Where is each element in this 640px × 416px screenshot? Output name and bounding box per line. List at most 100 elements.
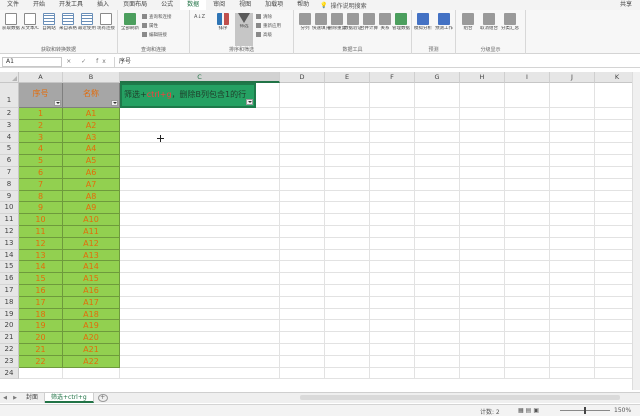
table-cell[interactable]: A3 xyxy=(63,131,120,144)
row-header[interactable]: 9 xyxy=(0,190,19,203)
column-header[interactable]: B xyxy=(63,72,120,83)
row-header[interactable]: 10 xyxy=(0,202,19,215)
column-header[interactable]: D xyxy=(280,72,325,83)
column-header[interactable]: H xyxy=(460,72,505,83)
reapply-button[interactable]: 重新应用 xyxy=(256,22,281,31)
table-cell[interactable]: 7 xyxy=(19,178,63,191)
zoom-percent[interactable]: 150% xyxy=(614,407,631,414)
row-header[interactable]: 3 xyxy=(0,119,19,132)
manage-data-model-button[interactable]: 管理数据模型 xyxy=(392,13,410,32)
table-cell[interactable]: 13 xyxy=(19,249,63,262)
table-cell[interactable]: A14 xyxy=(63,261,120,274)
queries-connections-button[interactable]: 查询和连接 xyxy=(142,13,172,22)
share-button[interactable]: 共享 xyxy=(620,0,632,10)
table-cell[interactable]: 22 xyxy=(19,355,63,368)
row-header[interactable]: 8 xyxy=(0,178,19,191)
row-header[interactable]: 19 xyxy=(0,308,19,321)
get-data-button[interactable]: 获取数据 xyxy=(2,13,20,32)
table-cell[interactable]: 3 xyxy=(19,131,63,144)
table-cell[interactable]: 5 xyxy=(19,155,63,167)
column-header[interactable]: F xyxy=(370,72,415,83)
row-header[interactable]: 7 xyxy=(0,167,19,179)
column-header[interactable]: C xyxy=(120,72,280,83)
from-table-button[interactable]: 来自表格/区域 xyxy=(59,13,77,32)
table-cell[interactable]: A13 xyxy=(63,249,120,262)
properties-button[interactable]: 属性 xyxy=(142,22,172,31)
next-sheet-icon[interactable]: ▶ xyxy=(10,395,20,401)
table-cell[interactable]: 10 xyxy=(19,214,63,226)
sheet-tab[interactable]: 筛选+ctrl+g xyxy=(45,393,94,403)
row-header[interactable]: 24 xyxy=(0,367,19,380)
menu-tab[interactable]: 页面布局 xyxy=(116,0,154,10)
column-header[interactable]: E xyxy=(325,72,370,83)
formula-icons[interactable]: × ✓ fx xyxy=(62,58,114,65)
table-cell[interactable]: 20 xyxy=(19,332,63,344)
table-cell[interactable]: A12 xyxy=(63,237,120,250)
from-web-button[interactable]: 自网站 xyxy=(40,13,58,32)
table-cell[interactable]: 15 xyxy=(19,273,63,285)
table-cell[interactable]: A8 xyxy=(63,190,120,203)
row-header[interactable]: 22 xyxy=(0,344,19,356)
menu-tab[interactable]: 开发工具 xyxy=(52,0,90,10)
row-header[interactable]: 6 xyxy=(0,155,19,167)
column-header[interactable]: A xyxy=(19,72,63,83)
recent-sources-button[interactable]: 最近使用的源 xyxy=(78,13,96,32)
row-header[interactable]: 12 xyxy=(0,226,19,238)
table-cell[interactable]: A21 xyxy=(63,344,120,356)
table-header-cell[interactable]: 序号 xyxy=(19,83,63,108)
filter-dropdown-icon[interactable] xyxy=(54,100,61,106)
edit-links-button[interactable]: 编辑链接 xyxy=(142,31,172,40)
horizontal-scrollbar[interactable] xyxy=(300,395,620,400)
table-cell[interactable]: A15 xyxy=(63,273,120,285)
vertical-scrollbar[interactable] xyxy=(632,72,640,390)
menu-tab[interactable]: 开始 xyxy=(26,0,52,10)
row-header[interactable]: 18 xyxy=(0,296,19,309)
clear-filter-button[interactable]: 清除 xyxy=(256,13,281,22)
table-cell[interactable]: A17 xyxy=(63,296,120,309)
table-cell[interactable]: A20 xyxy=(63,332,120,344)
tell-me-search[interactable]: 💡 操作说明搜索 xyxy=(320,1,367,10)
name-box[interactable]: A1 xyxy=(2,56,62,67)
select-all-corner[interactable] xyxy=(0,72,19,83)
menu-tab[interactable]: 帮助 xyxy=(290,0,316,10)
ungroup-button[interactable]: 取消组合 xyxy=(480,13,498,32)
row-header[interactable]: 4 xyxy=(0,131,19,144)
row-header[interactable]: 16 xyxy=(0,273,19,285)
table-cell[interactable]: 4 xyxy=(19,143,63,156)
subtotal-button[interactable]: 分类汇总 xyxy=(501,13,519,32)
table-cell[interactable]: 14 xyxy=(19,261,63,274)
table-cell[interactable]: 11 xyxy=(19,226,63,238)
existing-connections-button[interactable]: 现有连接 xyxy=(97,13,115,32)
row-header[interactable]: 1 xyxy=(0,83,19,108)
menu-tab[interactable]: 公式 xyxy=(154,0,180,10)
menu-tab[interactable]: 视图 xyxy=(232,0,258,10)
table-cell[interactable]: A19 xyxy=(63,320,120,333)
view-buttons[interactable]: ▦▤▣ xyxy=(518,407,541,414)
table-cell[interactable]: 19 xyxy=(19,320,63,333)
refresh-all-button[interactable]: 全部刷新 xyxy=(121,13,139,32)
add-sheet-icon[interactable]: + xyxy=(97,394,108,402)
sort-az-button[interactable]: A↓Z xyxy=(194,13,205,22)
row-header[interactable]: 5 xyxy=(0,143,19,156)
prev-sheet-icon[interactable]: ◀ xyxy=(0,395,10,401)
row-header[interactable]: 2 xyxy=(0,108,19,120)
menu-tab[interactable]: 数据 xyxy=(180,0,207,11)
table-cell[interactable]: 18 xyxy=(19,308,63,321)
table-cell[interactable]: 2 xyxy=(19,119,63,132)
group-button[interactable]: 组合 xyxy=(459,13,477,32)
row-header[interactable]: 20 xyxy=(0,320,19,333)
table-cell[interactable]: A6 xyxy=(63,167,120,179)
sort-button[interactable]: 排序 xyxy=(214,13,232,32)
row-header[interactable]: 23 xyxy=(0,355,19,368)
table-cell[interactable]: A4 xyxy=(63,143,120,156)
column-header[interactable]: I xyxy=(505,72,550,83)
menu-tab[interactable]: 文件 xyxy=(0,0,26,10)
advanced-filter-button[interactable]: 高级 xyxy=(256,31,281,40)
table-cell[interactable]: A1 xyxy=(63,108,120,120)
forecast-sheet-button[interactable]: 预测工作表 xyxy=(435,13,453,32)
table-cell[interactable]: A18 xyxy=(63,308,120,321)
worksheet-grid[interactable]: A B C D E F G H I J K 1 2 3 4 5 6 7 8 9 10 11 12 13 14 15 16 17 18 19… xyxy=(0,72,640,390)
filter-dropdown-icon[interactable] xyxy=(246,99,253,105)
table-header-cell[interactable]: 名称 xyxy=(63,83,120,108)
table-cell[interactable]: A22 xyxy=(63,355,120,368)
